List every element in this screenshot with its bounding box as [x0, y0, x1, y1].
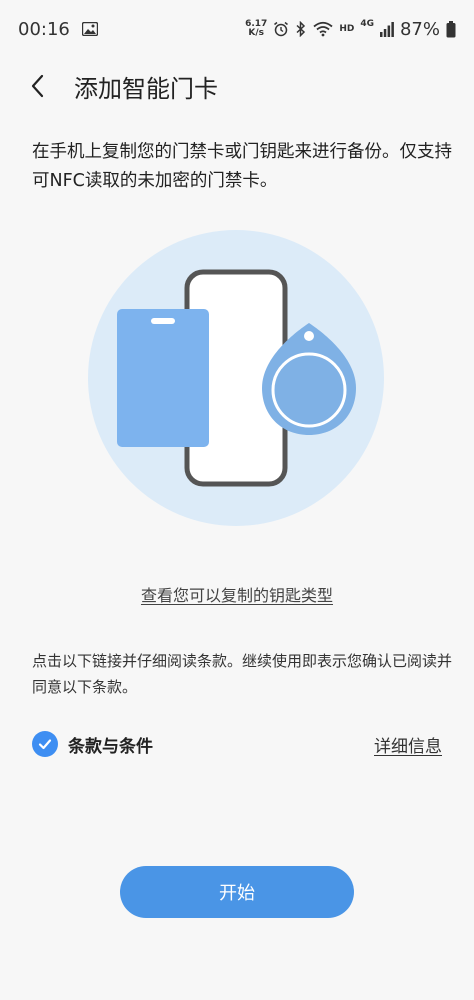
signal-icon: [379, 21, 394, 37]
status-bar: 00:16 6.17 K/s HD 4G 87%: [0, 0, 474, 58]
door-card-icon: [117, 309, 209, 447]
description-text: 在手机上复制您的门禁卡或门钥匙来进行备份。仅支持可NFC读取的未加密的门禁卡。: [32, 142, 452, 191]
key-types-link-row: 查看您可以复制的钥匙类型: [0, 582, 474, 606]
screen: 00:16 6.17 K/s HD 4G 87% 添加智能门卡 在手机上复制您的…: [0, 0, 474, 1000]
check-icon: [38, 739, 52, 750]
chevron-left-icon: [31, 74, 44, 98]
app-header: 添加智能门卡: [0, 58, 474, 114]
terms-row: 条款与条件 详细信息: [32, 726, 442, 762]
back-button[interactable]: [8, 58, 68, 114]
terms-note: 点击以下链接并仔细阅读条款。继续使用即表示您确认已阅读并同意以下条款。: [32, 652, 453, 696]
start-button[interactable]: 开始: [120, 866, 354, 918]
status-time: 00:16: [18, 18, 70, 40]
battery-icon: [446, 20, 456, 38]
alarm-icon: [273, 21, 289, 37]
terms-checkbox[interactable]: [32, 731, 58, 757]
lte-label: 4G: [360, 19, 374, 29]
nfc-illustration: [88, 230, 384, 526]
hd-label: HD: [339, 24, 355, 34]
status-left: 00:16: [18, 19, 98, 40]
battery-percent: 87%: [399, 18, 440, 40]
status-right: 6.17 K/s HD 4G 87%: [245, 19, 456, 40]
wifi-icon: [313, 21, 333, 37]
gallery-icon: [81, 22, 98, 36]
net-speed-unit: K/s: [248, 28, 265, 38]
terms-label: 条款与条件: [68, 736, 153, 757]
net-speed: 6.17 K/s: [245, 20, 267, 38]
key-types-link[interactable]: 查看您可以复制的钥匙类型: [141, 586, 333, 605]
details-link[interactable]: 详细信息: [374, 732, 442, 757]
page-title: 添加智能门卡: [74, 74, 218, 103]
bluetooth-icon: [295, 21, 307, 37]
